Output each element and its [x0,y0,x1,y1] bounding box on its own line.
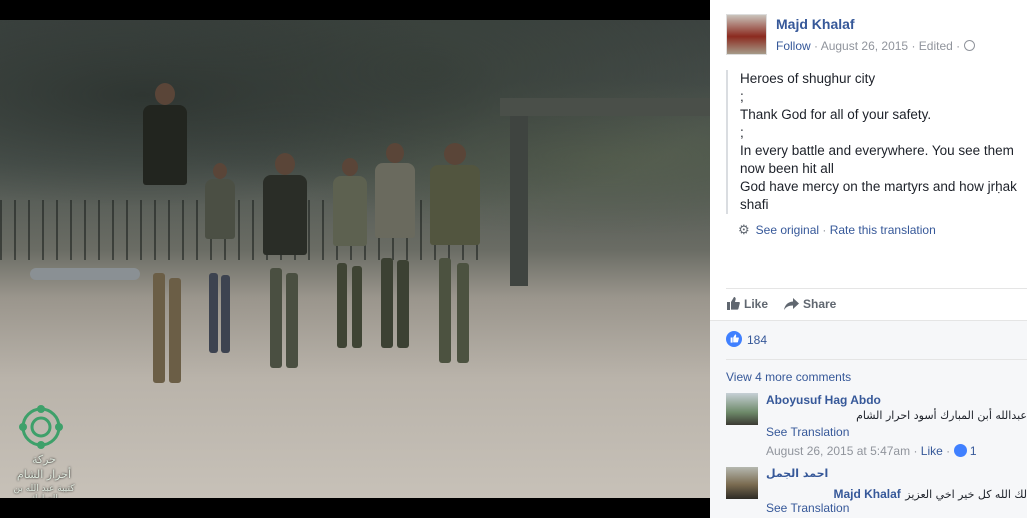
thumbs-up-icon [727,297,740,310]
comment-text: عبدالله أبن المبارك أسود احرار الشام [856,409,1027,422]
globe-icon[interactable] [963,40,975,51]
mentioned-user[interactable]: Majd Khalaf [833,487,900,501]
photo-figure [195,163,245,353]
post-actions: Like Share [726,288,1027,320]
photo-bridge [500,98,710,116]
view-more-comments-link[interactable]: View 4 more comments [726,370,851,384]
commenter-avatar[interactable] [726,467,758,499]
photo-figure [125,83,205,383]
reactions-panel: 184 View 4 more comments Aboyusuf Hag Ab… [710,320,1027,518]
post-line: In every battle and everywhere. You see … [740,143,1014,158]
watermark-line-2: أحرار الشام [16,468,72,481]
post-line: Heroes of shughur city [740,71,876,86]
commenter-name[interactable]: Aboyusuf Hag Abdo [766,393,881,407]
divider [726,359,1027,360]
post-meta: Follow · August 26, 2015 · Edited · [776,39,975,53]
photo-stage: حركة أحرار الشام كتيبة عبد الله بن المبا… [0,0,710,518]
post-photo[interactable]: حركة أحرار الشام كتيبة عبد الله بن المبا… [0,20,710,498]
edited-label[interactable]: Edited [919,39,953,53]
see-translation-link[interactable]: See Translation [766,425,849,439]
watermark-line-1: حركة [31,453,56,466]
meta-separator: · [913,444,918,458]
like-label: Like [744,297,769,311]
watermark-line-3: كتيبة عبد الله بن المبارك [13,484,75,498]
share-button[interactable]: Share [784,297,836,311]
like-reaction-icon[interactable] [953,444,967,457]
post-line: ; [740,125,744,140]
post-date[interactable]: August 26, 2015 [821,39,908,53]
meta-separator: · [911,39,916,53]
comment-meta: August 26, 2015 at 5:47am · Like · 1 [766,444,977,458]
comment-item: احمد الجمل Majd Khalaf لك الله كل خير اخ… [726,467,1027,518]
comment-item: Aboyusuf Hag Abdo عبدالله أبن المبارك أس… [726,393,1027,463]
meta-separator: · [822,223,827,237]
photo-viewer: حركة أحرار الشام كتيبة عبد الله بن المبا… [0,0,1027,518]
photo-watermark: حركة أحرار الشام كتيبة عبد الله بن المبا… [4,405,84,498]
photo-pipe [30,268,140,280]
post-line: now been hit all [740,161,834,176]
post-line: ; [740,89,744,104]
post-line: God have mercy on the martyrs and how jr… [740,179,1017,194]
like-button[interactable]: Like [726,297,768,311]
gear-icon[interactable]: ⚙ [738,222,750,238]
photo-pillar [510,116,528,286]
reaction-count[interactable]: 184 [747,333,767,347]
comment-date[interactable]: August 26, 2015 at 5:47am [766,444,910,458]
post-line: Thank God for all of your safety. [740,107,932,122]
commenter-name[interactable]: احمد الجمل [766,467,828,480]
meta-separator: · [956,39,961,53]
photo-figure [415,143,495,363]
meta-separator: · [814,39,819,53]
post-line: shafi [740,197,769,212]
comment-text: لك الله كل خير اخي العزيز [905,488,1027,501]
comment-like-count[interactable]: 1 [970,444,977,458]
author-avatar[interactable] [726,14,767,55]
comment-like-link[interactable]: Like [921,444,943,458]
follow-link[interactable]: Follow [776,39,811,53]
share-arrow-icon [784,298,799,310]
meta-separator: · [946,444,951,458]
comment-body: Majd Khalaf لك الله كل خير اخي العزيز [833,485,1027,503]
translation-row: ⚙ See original · Rate this translation [738,222,936,238]
commenter-avatar[interactable] [726,393,758,425]
post-text: Heroes of shughur city ; Thank God for a… [726,70,1027,214]
rate-translation-link[interactable]: Rate this translation [830,223,936,237]
post-sidebar: Majd Khalaf Follow · August 26, 2015 · E… [710,0,1027,518]
see-translation-link[interactable]: See Translation [766,501,849,515]
author-name[interactable]: Majd Khalaf [776,16,855,32]
like-reaction-icon[interactable] [726,331,742,347]
photo-figure [250,153,320,368]
watermark-logo [19,405,63,449]
see-original-link[interactable]: See original [756,223,819,237]
share-label: Share [803,297,837,311]
